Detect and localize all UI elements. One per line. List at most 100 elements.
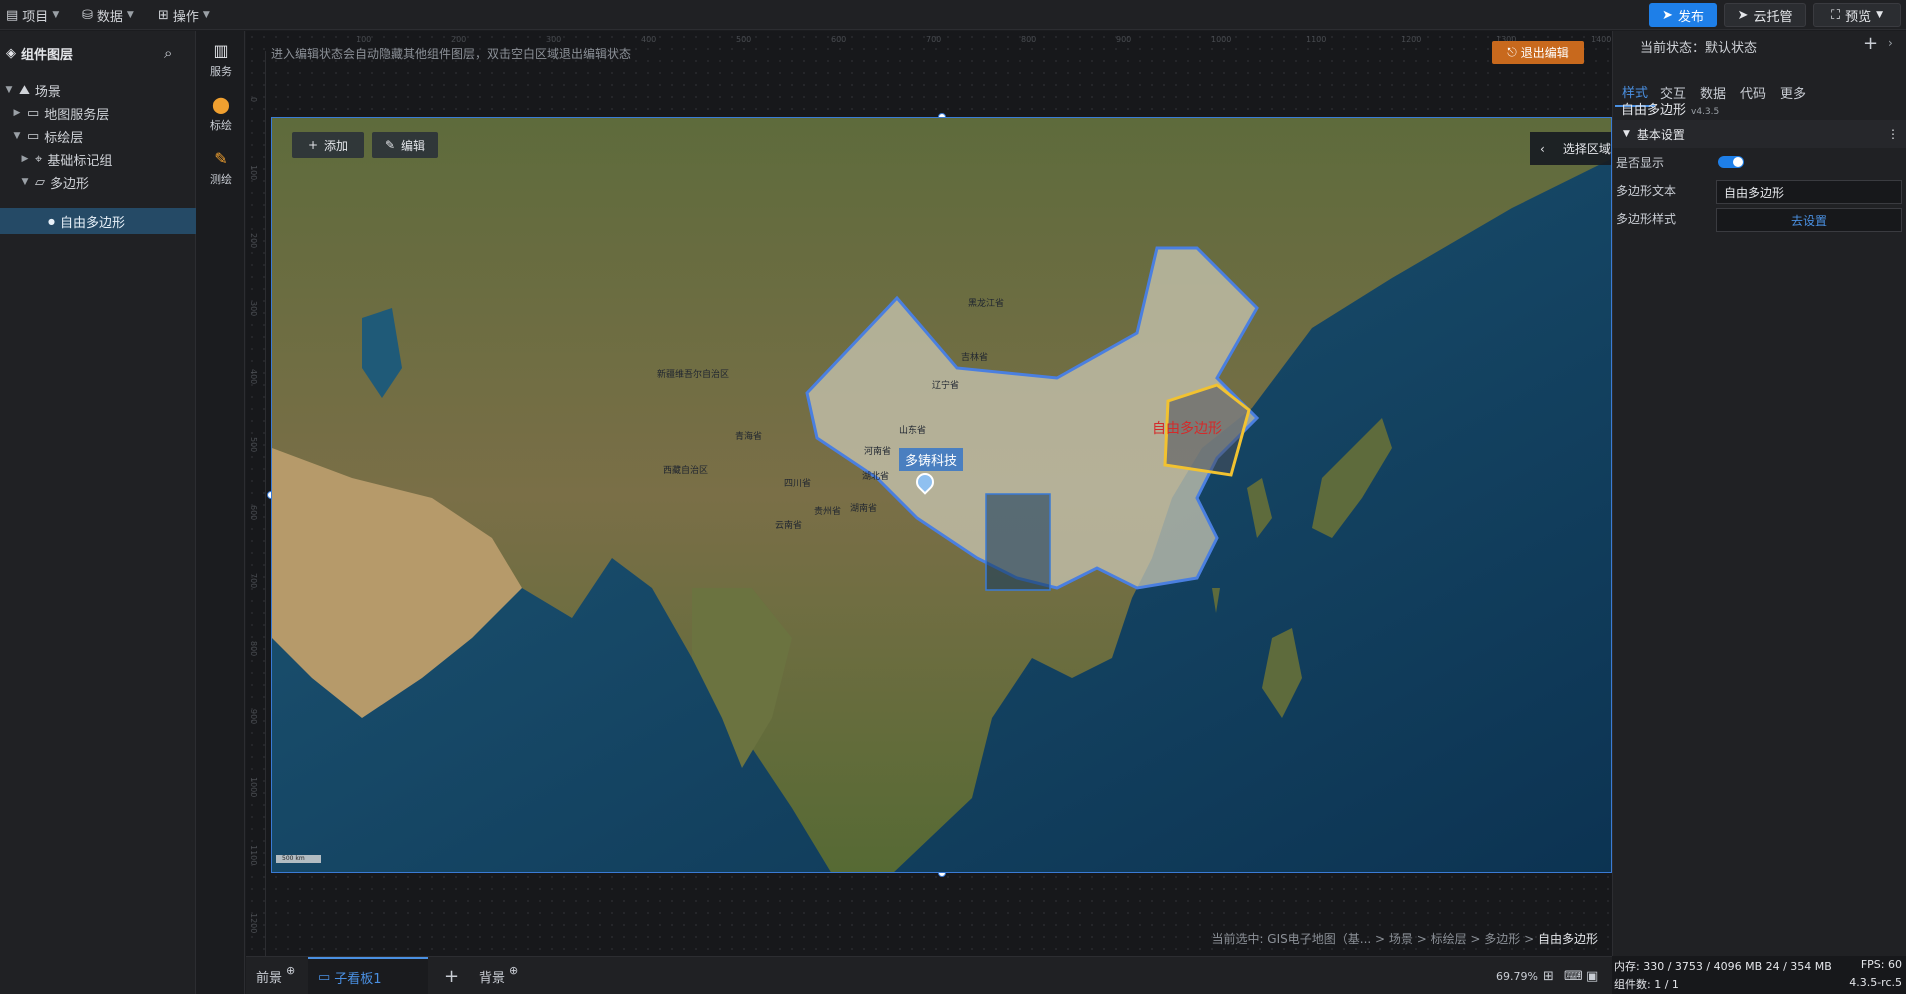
search-icon[interactable]: ⌕ xyxy=(164,44,172,62)
ruler-tick-label: 1000 xyxy=(249,777,258,798)
region-label: 山东省 xyxy=(899,426,927,436)
gis-map[interactable]: 新疆维吾尔自治区 西藏自治区 青海省 四川省 云南省 贵州省 湖南省 湖北省 河… xyxy=(271,117,1612,873)
ruler-tick-label: 800 xyxy=(1021,35,1037,44)
select-region-button[interactable]: ‹ 选择区域 xyxy=(1530,132,1611,165)
section-basic-settings[interactable]: ▼ 基本设置 ⋮ xyxy=(1613,120,1906,148)
ruler-tick-label: 600 xyxy=(249,505,258,521)
board-icon: ▭ xyxy=(318,969,331,985)
more-icon[interactable]: ⋮ xyxy=(1887,127,1899,141)
bottom-bar: 前景 ⊕ ▭ 子看板1 + 背景 ⊕ 69.79% ⊞ ⌨ ▣ xyxy=(246,956,1612,994)
menu-operation[interactable]: ⊞ 操作 ▼ xyxy=(158,0,210,30)
zoom-level[interactable]: 69.79% xyxy=(1496,957,1538,994)
add-circle-icon[interactable]: ⊕ xyxy=(286,964,295,977)
folder-icon: ▭ xyxy=(27,105,40,121)
ruler-tick-label: 1100 xyxy=(1306,35,1327,44)
tab-foreground[interactable]: 前景 ⊕ xyxy=(256,957,295,994)
ruler-tick-label: 700 xyxy=(926,35,942,44)
ruler-tick-label: 300 xyxy=(249,301,258,317)
polygon-text-label: 多边形文本 xyxy=(1616,183,1677,198)
ruler-tick-label: 200 xyxy=(249,233,258,249)
breadcrumb-current: 自由多边形 xyxy=(1537,932,1598,946)
polygon-style-setting-button[interactable]: 去设置 xyxy=(1716,208,1902,232)
map-image xyxy=(272,118,1611,872)
ruler-tick-label: 900 xyxy=(1116,35,1132,44)
region-label: 青海省 xyxy=(735,432,763,442)
terminal-icon[interactable]: ▣ xyxy=(1586,957,1598,994)
visible-toggle[interactable] xyxy=(1718,156,1744,168)
ruler-tick-label: 1000 xyxy=(1211,35,1232,44)
measure-icon: ✎ xyxy=(214,149,228,168)
plus-icon: + xyxy=(307,138,319,152)
grid-icon: ⊞ xyxy=(158,7,169,23)
add-state-button[interactable]: + xyxy=(1863,33,1878,54)
keyboard-icon[interactable]: ⌨ xyxy=(1564,957,1583,994)
dot-icon: ● xyxy=(48,216,55,226)
add-tab-button[interactable]: + xyxy=(444,957,459,994)
ruler-tick-label: 100 xyxy=(249,165,258,181)
ruler-tick-label: 1400 xyxy=(1591,35,1612,44)
ruler-tick-label: 300 xyxy=(546,35,562,44)
ruler-tick-label: 600 xyxy=(831,35,847,44)
polygon-icon: ▱ xyxy=(35,174,45,190)
tool-measure[interactable]: ✎ 测绘 xyxy=(197,141,245,195)
fps-status: FPS: 60 xyxy=(1860,958,1902,971)
region-label: 河南省 xyxy=(864,447,892,457)
chevron-right-icon: ▶ xyxy=(21,154,29,164)
tab-background[interactable]: 背景 ⊕ xyxy=(479,957,518,994)
layer-panel: ◈ 组件图层 ⌕ ▼ ⛰ 场景 ▶ ▭ 地图服务层 ▼ ▭ 标绘层 ▶ ⌖ 基础… xyxy=(0,31,196,994)
tab-code[interactable]: 代码 xyxy=(1736,77,1770,107)
ruler-tick-label: 700 xyxy=(249,573,258,589)
ruler-tick-label: 1100 xyxy=(249,845,258,866)
ruler-tick-label: 0 xyxy=(249,97,258,103)
polygon-text: 自由多边形 xyxy=(1152,421,1222,437)
send-icon: ➤ xyxy=(1662,7,1673,23)
cloud-host-button[interactable]: ➤ 云托管 xyxy=(1724,3,1806,27)
region-label: 西藏自治区 xyxy=(663,466,709,476)
chevron-down-icon: ▼ xyxy=(1876,10,1884,20)
pencil-icon: ✎ xyxy=(384,138,396,152)
database-icon: ⛁ xyxy=(82,7,93,23)
send-icon: ➤ xyxy=(1737,7,1749,23)
tab-sub-board[interactable]: ▭ 子看板1 xyxy=(308,957,428,994)
exit-edit-button[interactable]: ⎋ 退出编辑 xyxy=(1492,41,1584,64)
ruler-tick-label: 500 xyxy=(736,35,752,44)
marker-label[interactable]: 多铸科技 xyxy=(899,448,964,471)
tree-item-free-polygon[interactable]: ● 自由多边形 xyxy=(0,208,196,234)
fit-screen-icon[interactable]: ⊞ xyxy=(1543,957,1554,994)
tab-more[interactable]: 更多 xyxy=(1776,77,1810,107)
chevron-right-icon[interactable]: › xyxy=(1888,36,1893,50)
chevron-down-icon: ▼ xyxy=(126,10,134,20)
region-label: 湖南省 xyxy=(850,504,878,514)
chevron-left-icon: ‹ xyxy=(1540,141,1545,156)
chevron-down-icon: ▼ xyxy=(21,177,29,187)
chevron-down-icon: ▼ xyxy=(202,10,210,20)
polygon-text-input[interactable]: 自由多边形 xyxy=(1716,180,1902,204)
ruler-tick-label: 400 xyxy=(641,35,657,44)
menu-data[interactable]: ⛁ 数据 ▼ xyxy=(82,0,134,30)
current-state-label: 当前状态：默认状态 xyxy=(1640,41,1758,56)
tool-plot[interactable]: ⬤ 标绘 xyxy=(197,87,245,141)
tool-strip: ▥ 服务 ⬤ 标绘 ✎ 测绘 xyxy=(197,31,245,994)
chevron-right-icon: ▶ xyxy=(13,108,21,118)
region-label: 湖北省 xyxy=(862,472,890,482)
ruler-tick-label: 400 xyxy=(249,369,258,385)
publish-button[interactable]: ➤ 发布 xyxy=(1649,3,1717,27)
polygon-style-label: 多边形样式 xyxy=(1616,211,1677,226)
region-label: 黑龙江省 xyxy=(968,299,1005,309)
vertical-ruler: 0 100 200 300 400 500 600 700 800 900 1000 1100 1200 xyxy=(246,51,266,956)
fullscreen-icon: ⛶ xyxy=(1830,7,1841,23)
menu-project[interactable]: ▤ 项目 ▼ xyxy=(6,0,59,30)
property-panel: 当前状态：默认状态 + › 样式 交互 数据 代码 更多 自由多边形 v4.3.… xyxy=(1612,31,1906,956)
editor-canvas[interactable]: 100 200 300 400 500 600 700 800 900 1000 1100 1200 1… xyxy=(246,31,1616,956)
add-button[interactable]: + 添加 xyxy=(292,132,364,158)
add-circle-icon[interactable]: ⊕ xyxy=(509,964,518,977)
edit-button[interactable]: ✎ 编辑 xyxy=(372,132,438,158)
region-label: 新疆维吾尔自治区 xyxy=(657,370,730,380)
region-label: 贵州省 xyxy=(814,507,842,517)
tree-item-polygon[interactable]: ▼ ▱ 多边形 xyxy=(0,169,196,195)
preview-button[interactable]: ⛶ 预览 ▼ xyxy=(1813,3,1901,27)
status-bar: 内存: 330 / 3753 / 4096 MB 24 / 354 MB FPS… xyxy=(1612,956,1906,994)
ruler-tick-label: 100 xyxy=(356,35,372,44)
tool-service[interactable]: ▥ 服务 xyxy=(197,33,245,87)
layers-icon: ◈ xyxy=(6,45,16,61)
